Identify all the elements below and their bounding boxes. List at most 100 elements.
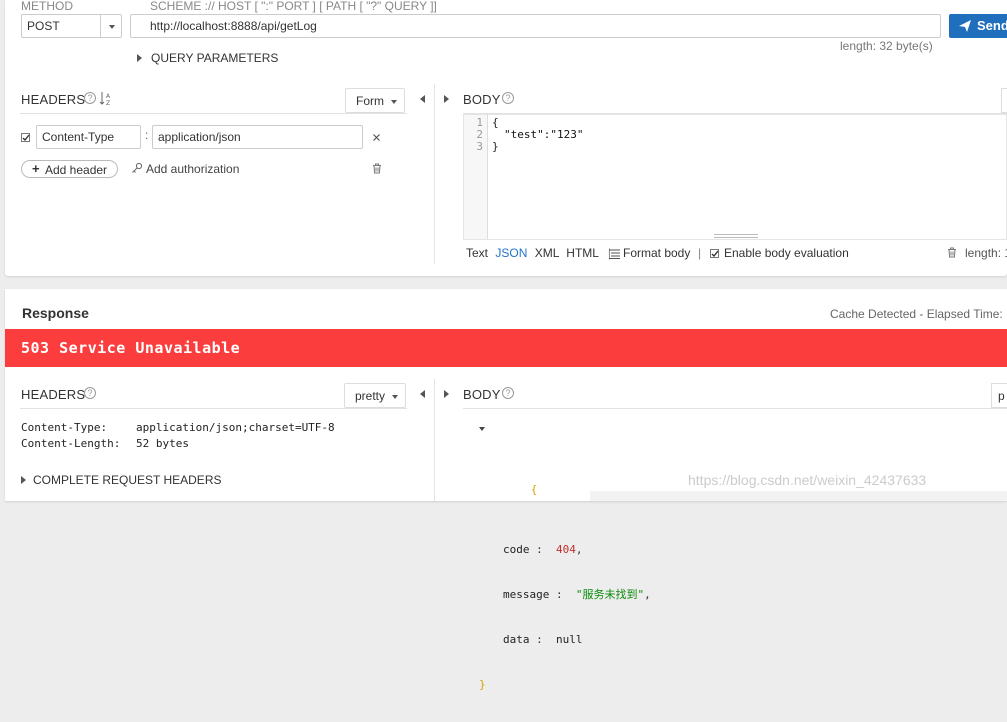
json-trail: ,: [644, 588, 651, 601]
body-length: length: 1: [965, 246, 1007, 260]
cache-info: Cache Detected - Elapsed Time:: [830, 307, 1003, 321]
json-value: 404: [556, 543, 576, 556]
json-key: data: [503, 633, 530, 646]
response-body-underline: [463, 408, 1007, 409]
json-sep: :: [549, 588, 576, 601]
code-content: {"test":"123"}: [492, 117, 584, 153]
request-body-title: BODY: [463, 92, 501, 107]
close-icon[interactable]: [372, 133, 381, 142]
json-sep: :: [529, 633, 556, 646]
header-enabled-checkbox[interactable]: [21, 133, 30, 142]
request-headers-title: HEADERS: [21, 92, 86, 107]
send-button[interactable]: Send: [949, 14, 1007, 38]
response-headers-mode-select[interactable]: pretty: [344, 383, 406, 408]
response-headers-mode-value: pretty: [355, 389, 386, 403]
method-value: POST: [27, 19, 60, 33]
header-value: application/json;charset=UTF-8: [136, 421, 335, 434]
json-field: data : null: [479, 632, 651, 647]
line-number: 3: [476, 140, 483, 153]
status-text: 503 Service Unavailable: [21, 339, 241, 357]
body-mode-select-partial[interactable]: [1001, 88, 1007, 113]
svg-text:A: A: [106, 93, 111, 100]
header-value-input[interactable]: application/json: [152, 125, 363, 149]
collapse-right-icon[interactable]: [444, 390, 449, 398]
status-banner: 503 Service Unavailable: [5, 329, 1007, 367]
collapse-left-icon[interactable]: [420, 390, 425, 398]
chevron-down-icon: [391, 100, 397, 104]
json-trail: ,: [575, 543, 583, 556]
chevron-down-icon: [392, 395, 398, 399]
json-field: message : "服务未找到",: [479, 587, 651, 602]
header-colon: :: [145, 128, 149, 142]
format-xml-tab[interactable]: XML: [535, 246, 559, 260]
response-headers-underline: [20, 408, 407, 409]
sort-icon[interactable]: A Z: [99, 91, 113, 106]
line-gutter: 1 2 3: [464, 115, 488, 239]
body-editor[interactable]: 1 2 3 {"test":"123"}: [463, 114, 1007, 240]
json-value: "服务未找到": [575, 588, 645, 601]
json-value: null: [556, 633, 583, 646]
format-text-tab[interactable]: Text: [466, 246, 488, 260]
headers-mode-value: Form: [356, 94, 384, 108]
add-authorization-link[interactable]: Add authorization: [146, 162, 239, 176]
response-headers-list: Content-Type: application/json;charset=UT…: [21, 420, 335, 452]
format-body-button[interactable]: Format body: [623, 246, 690, 260]
request-panel: METHOD SCHEME :// HOST [ ":" PORT ] [ PA…: [5, 0, 1007, 276]
response-body-mode-select[interactable]: p: [991, 383, 1007, 408]
code-brace-close: }: [492, 140, 499, 153]
code-key: "test": [504, 128, 544, 141]
pane-divider[interactable]: [434, 84, 435, 264]
headers-underline: [20, 113, 407, 114]
format-json-tab[interactable]: JSON: [495, 246, 527, 260]
scroll-track[interactable]: [590, 491, 1007, 501]
help-icon[interactable]: ?: [84, 387, 96, 399]
check-icon: [711, 250, 719, 258]
caret-right-icon: [21, 476, 26, 484]
response-title: Response: [22, 305, 89, 321]
header-name: Content-Length:: [21, 437, 121, 450]
help-icon[interactable]: ?: [84, 92, 96, 104]
json-field: code : 404,: [479, 542, 651, 557]
response-header-row: Content-Type: application/json;charset=UT…: [21, 420, 335, 436]
body-toolbar: Text JSON XML HTML |: [466, 246, 611, 260]
url-input[interactable]: http://localhost:8888/api/getLog: [130, 14, 941, 38]
check-icon: [22, 134, 30, 142]
collapse-json-icon[interactable]: [479, 427, 485, 431]
json-sep: :: [529, 543, 556, 556]
response-body-title: BODY: [463, 387, 501, 402]
help-icon[interactable]: ?: [502, 92, 514, 104]
json-close-brace: }: [479, 678, 486, 691]
pane-divider[interactable]: [434, 379, 435, 501]
response-headers-title: HEADERS: [21, 387, 86, 402]
toolbar-separator: |: [698, 246, 702, 260]
query-params-label: QUERY PARAMETERS: [151, 51, 279, 65]
json-open-brace: {: [530, 483, 538, 496]
chevron-down-icon: [109, 25, 115, 29]
collapse-left-icon[interactable]: [420, 95, 425, 103]
resize-handle[interactable]: [714, 234, 758, 238]
json-key: code: [503, 543, 530, 556]
complete-headers-label: COMPLETE REQUEST HEADERS: [33, 473, 222, 487]
enable-eval-checkbox[interactable]: [710, 249, 719, 258]
plus-icon: +: [32, 161, 40, 176]
header-name-value: Content-Type: [42, 130, 115, 144]
add-header-button[interactable]: + Add header: [21, 160, 118, 178]
help-icon[interactable]: ?: [502, 387, 514, 399]
method-select[interactable]: POST: [21, 14, 122, 38]
add-header-label: Add header: [45, 163, 108, 177]
header-name-input[interactable]: Content-Type: [36, 125, 141, 149]
enable-eval-label: Enable body evaluation: [724, 246, 849, 260]
key-icon: [132, 162, 143, 173]
format-html-tab[interactable]: HTML: [566, 246, 598, 260]
collapse-right-icon[interactable]: [444, 95, 449, 103]
trash-icon[interactable]: [372, 163, 382, 174]
send-icon: [959, 20, 971, 32]
headers-mode-select[interactable]: Form: [345, 88, 405, 113]
json-key: message: [503, 588, 550, 601]
method-label: METHOD: [21, 0, 73, 13]
svg-text:Z: Z: [106, 100, 110, 106]
url-label: SCHEME :// HOST [ ":" PORT ] [ PATH [ "?…: [150, 0, 437, 13]
url-value: http://localhost:8888/api/getLog: [150, 19, 317, 33]
caret-right-icon: [137, 54, 142, 62]
trash-icon[interactable]: [947, 247, 957, 258]
